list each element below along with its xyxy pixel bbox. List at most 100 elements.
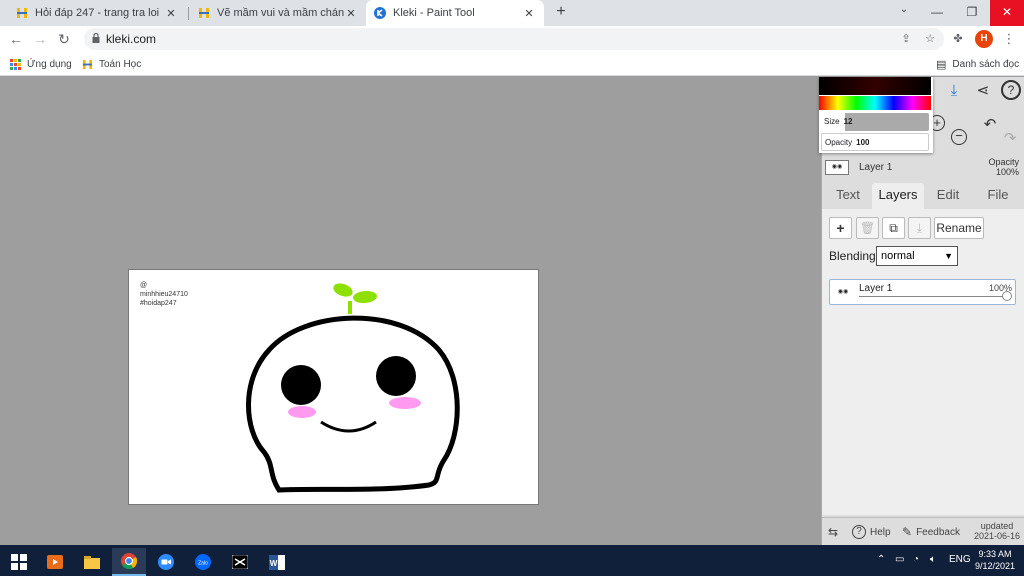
swap-side-button[interactable]: ⇆ — [828, 524, 842, 540]
right-eye — [376, 356, 416, 396]
share-icon[interactable]: ⋖ — [973, 81, 993, 101]
layer-list-item[interactable]: ◉◉ Layer 1 100% — [829, 279, 1016, 305]
layer-thumbnail: ◉◉ — [825, 160, 849, 175]
opacity-label: Opacity — [825, 138, 853, 147]
apps-grid-icon — [10, 58, 21, 70]
reading-list[interactable]: ▤ Danh sách đọc — [936, 56, 1019, 72]
bookmark-toan-hoc[interactable]: Toán Học — [82, 56, 141, 72]
add-layer-button[interactable]: + — [829, 217, 852, 239]
minimize-button[interactable]: — — [920, 0, 954, 26]
kleki-side-panel: Size 12 Opacity 100 ⤓ ⋖ ? + − ↶ ↷ ◉◉ Layer… — [819, 77, 1024, 545]
tab-kleki[interactable]: Kleki - Paint Tool ✕ — [366, 0, 544, 26]
zalo-app[interactable]: Zalo — [186, 548, 220, 576]
close-tab-icon[interactable]: ✕ — [522, 7, 536, 20]
download-icon[interactable]: ⤓ — [944, 81, 964, 101]
tab-hoidap[interactable]: Hỏi đáp 247 - trang tra loi ✕ — [8, 0, 186, 26]
help-icon[interactable]: ? — [1001, 80, 1021, 100]
color-picker-popup[interactable]: Size 12 Opacity 100 — [819, 77, 933, 153]
help-label: Help — [870, 526, 891, 538]
updated-info: updated 2021-06-16 — [974, 521, 1020, 541]
volume-icon[interactable]: 🔈︎ — [930, 553, 936, 567]
tab-layers[interactable]: Layers — [872, 183, 924, 209]
windows-taskbar: Zalo W ⌃ ▭ ◔ 🔈︎ ENG 9:33 AM 9/12/2021 — [0, 545, 1024, 576]
tab-ve-mam[interactable]: Vẽ mầm vui và mầm chán đời Tổ ✕ — [190, 0, 366, 26]
color-shade-field[interactable] — [819, 77, 931, 95]
delete-layer-button[interactable]: 🗑 — [856, 217, 879, 239]
updated-label: updated — [980, 521, 1014, 531]
close-window-button[interactable]: ✕ — [990, 0, 1024, 26]
bookmarks-bar: Ứng dụng Toán Học ▤ Danh sách đọc — [0, 52, 1024, 76]
undo-icon[interactable]: ↶ — [980, 115, 1000, 135]
chrome-app[interactable] — [112, 548, 146, 576]
bookmark-label: Ứng dụng — [27, 58, 72, 70]
zoom-app[interactable] — [149, 548, 183, 576]
forward-icon[interactable]: → — [30, 29, 50, 49]
feedback-button[interactable]: ✎ Feedback — [902, 524, 960, 540]
extensions-icon[interactable]: ✤ — [950, 31, 966, 47]
current-layer-name: Layer 1 — [859, 162, 893, 173]
layer-opacity-knob[interactable] — [1002, 291, 1012, 301]
brush-size-slider[interactable]: Size 12 — [821, 113, 929, 131]
tab-text[interactable]: Text — [826, 183, 870, 209]
layers-tab-body: + 🗑 ⧉ ⤓ Rename Blending normal ▼ ◉◉ Laye… — [822, 209, 1024, 515]
panel-tabs: Text Layers Edit File — [822, 183, 1024, 209]
tab-file[interactable]: File — [976, 183, 1020, 209]
duplicate-layer-button[interactable]: ⧉ — [882, 217, 905, 239]
tab-title: Hỏi đáp 247 - trang tra loi — [35, 7, 160, 19]
capcut-icon — [232, 555, 248, 569]
blending-mode-select[interactable]: normal ▼ — [876, 246, 958, 266]
hue-slider[interactable] — [819, 96, 931, 110]
feedback-icon: ✎ — [902, 525, 913, 539]
kleki-app: @ minhhieu24710 #hoidap247 Size 12 Opaci… — [0, 77, 1024, 545]
media-player-app[interactable] — [38, 548, 72, 576]
system-clock[interactable]: 9:33 AM 9/12/2021 — [970, 548, 1020, 572]
current-layer-opacity: Opacity 100% — [988, 157, 1019, 177]
layer-opacity-label: Opacity — [988, 157, 1019, 167]
layer-thumbnail: ◉◉ — [837, 289, 849, 295]
battery-icon[interactable]: ▭ — [895, 553, 904, 567]
browser-toolbar: ← → ↻ kleki.com ⇪ ☆ ✤ H ⋮ — [0, 26, 1024, 52]
avatar[interactable]: H — [975, 30, 993, 48]
redo-icon[interactable]: ↷ — [1000, 129, 1020, 149]
help-icon: ? — [852, 525, 866, 539]
current-layer-strip[interactable]: ◉◉ Layer 1 Opacity 100% — [822, 157, 1024, 181]
hoidap-favicon-icon — [199, 8, 209, 18]
tab-search-icon[interactable]: ⌄ — [896, 4, 912, 20]
kleki-favicon-icon — [374, 7, 386, 19]
drawing-canvas[interactable]: @ minhhieu24710 #hoidap247 — [128, 269, 539, 505]
close-tab-icon[interactable]: ✕ — [164, 7, 178, 20]
svg-text:W: W — [270, 559, 278, 568]
file-explorer-app[interactable] — [75, 548, 109, 576]
new-tab-button[interactable]: + — [552, 3, 570, 21]
restore-button[interactable]: ❐ — [955, 0, 989, 26]
rename-layer-button[interactable]: Rename — [934, 217, 984, 239]
lock-icon — [92, 33, 100, 43]
merge-layer-button[interactable]: ⤓ — [908, 217, 931, 239]
left-eye — [281, 365, 321, 405]
svg-text:Zalo: Zalo — [198, 561, 208, 567]
network-icon[interactable]: ◔ — [913, 553, 919, 567]
tray-chevron-up-icon[interactable]: ⌃ — [877, 553, 885, 567]
hoidap-favicon-icon — [82, 59, 93, 69]
folder-icon — [84, 555, 100, 569]
tab-edit[interactable]: Edit — [926, 183, 970, 209]
menu-dots-icon[interactable]: ⋮ — [1002, 29, 1016, 49]
reload-icon[interactable]: ↻ — [54, 29, 74, 49]
clock-time: 9:33 AM — [978, 549, 1012, 559]
back-icon[interactable]: ← — [6, 29, 26, 49]
share-icon[interactable]: ⇪ — [898, 31, 914, 47]
capcut-app[interactable] — [223, 548, 257, 576]
help-button[interactable]: ? Help — [852, 524, 891, 540]
bookmark-star-icon[interactable]: ☆ — [922, 31, 938, 47]
blending-label: Blending — [829, 249, 876, 263]
language-indicator[interactable]: ENG — [949, 553, 971, 567]
word-app[interactable]: W — [260, 548, 294, 576]
word-icon: W — [269, 554, 285, 570]
bookmark-apps[interactable]: Ứng dụng — [10, 56, 72, 72]
address-bar[interactable]: kleki.com ⇪ ☆ — [84, 28, 944, 50]
start-button[interactable] — [2, 548, 36, 576]
zoom-out-icon[interactable]: − — [951, 129, 967, 145]
close-tab-icon[interactable]: ✕ — [344, 7, 358, 20]
right-blush — [389, 397, 421, 409]
brush-opacity-slider[interactable]: Opacity 100 — [821, 133, 929, 151]
